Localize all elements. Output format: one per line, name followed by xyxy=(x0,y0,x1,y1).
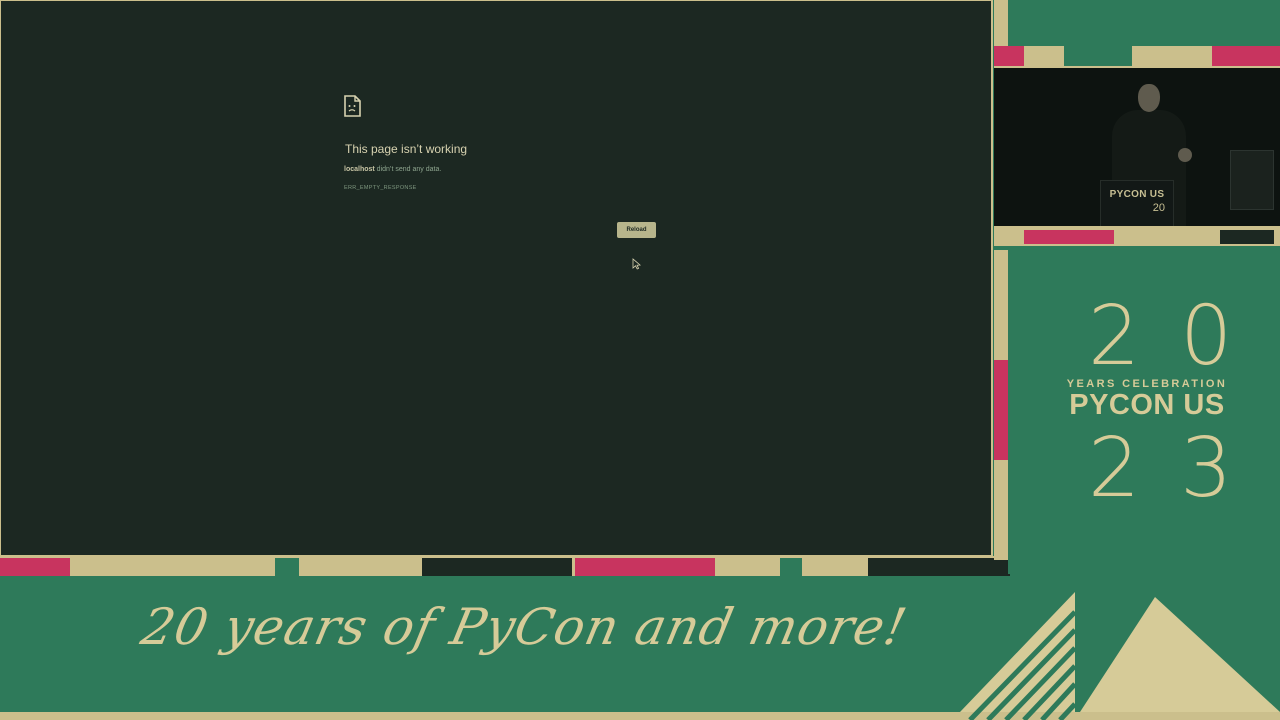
decorative-pink-block xyxy=(575,558,715,576)
podium-year: 20 xyxy=(1152,202,1165,214)
podium: PYCON US 20 xyxy=(1100,180,1174,226)
pycon-logo: 20 YEARS CELEBRATION PYCON US 23 xyxy=(1052,296,1242,516)
speaker-camera-feed: PYCON US 20 xyxy=(994,66,1280,228)
error-detail: localhost didn’t send any data. xyxy=(344,166,604,177)
decorative-green-block xyxy=(780,558,802,576)
sad-page-icon xyxy=(344,95,361,117)
decorative-dark-block xyxy=(1220,230,1274,244)
decorative-pink-block xyxy=(994,46,1024,66)
logo-year-bottom: 23 xyxy=(1088,421,1273,516)
error-code[interactable]: ERR_EMPTY_RESPONSE xyxy=(344,185,544,194)
mouse-pointer-icon xyxy=(632,258,641,270)
mountain-decoration xyxy=(960,592,1280,720)
reload-button[interactable]: Reload xyxy=(617,222,656,238)
speaker-head xyxy=(1138,84,1160,112)
error-title: This page isn’t working xyxy=(345,142,468,156)
decorative-cream-block xyxy=(994,460,1008,560)
decorative-cream-block xyxy=(1024,46,1064,66)
decorative-pink-block xyxy=(994,360,1008,460)
decorative-pink-block xyxy=(1024,230,1114,244)
decorative-pink-block xyxy=(0,558,70,576)
speaker-hand xyxy=(1178,148,1192,162)
decorative-pink-block xyxy=(1212,46,1280,66)
decorative-dark-block xyxy=(422,558,572,576)
decorative-green-block xyxy=(275,558,299,576)
banner-tagline: 20 years of PyCon and more! xyxy=(136,598,913,656)
error-host: localhost xyxy=(344,166,375,173)
logo-year-top: 20 xyxy=(1088,289,1273,384)
laptop xyxy=(1230,150,1274,210)
decorative-cream-block xyxy=(994,250,1008,360)
decorative-cream-block xyxy=(1132,46,1212,66)
browser-window: This page isn’t working localhost didn’t… xyxy=(0,0,993,557)
decorative-dark-block xyxy=(868,558,1010,576)
error-detail-text: didn’t send any data. xyxy=(374,166,442,173)
decorative-cream-block xyxy=(994,0,1008,46)
logo-name: PYCON US xyxy=(1069,389,1225,421)
podium-label: PYCON US xyxy=(1109,189,1165,200)
